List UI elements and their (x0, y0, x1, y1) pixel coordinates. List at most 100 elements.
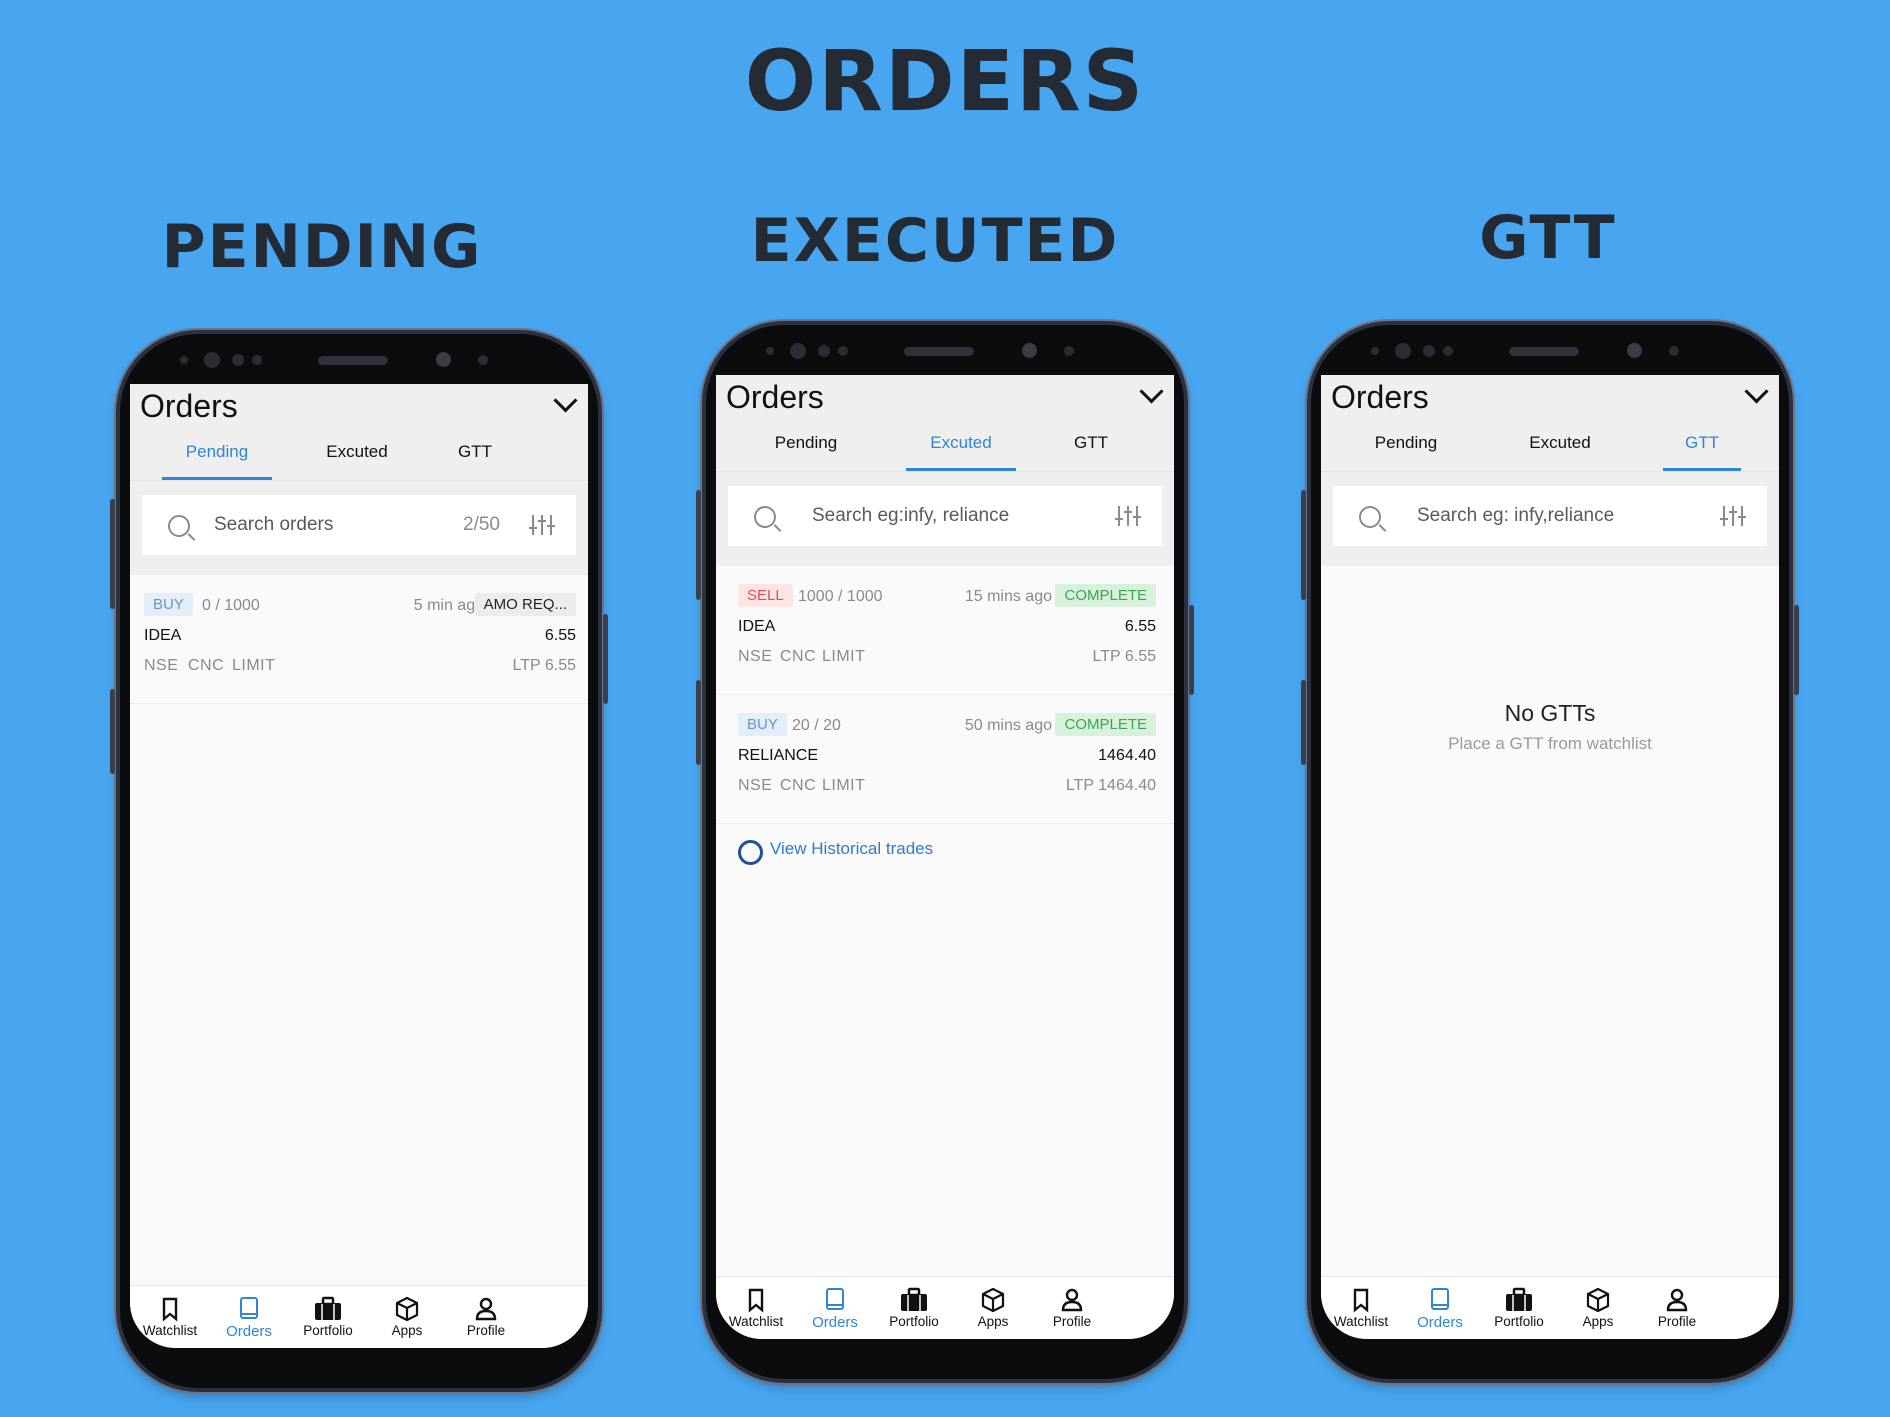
side-badge: BUY (738, 713, 787, 736)
nav-profile[interactable]: Profile (1637, 1287, 1717, 1329)
search-placeholder: Search eg:infy, reliance (812, 505, 1010, 526)
loading-ring-icon (738, 840, 763, 865)
app-title: Orders (726, 379, 824, 415)
page-title: ORDERS (744, 32, 1146, 130)
order-price: 6.55 (1124, 618, 1156, 635)
volume-button (110, 499, 115, 609)
search-bar-container: Search orders 2/50 (130, 481, 588, 575)
nav-label: Apps (1582, 1314, 1614, 1329)
power-button (603, 614, 608, 704)
tab-gtt[interactable]: GTT (420, 442, 530, 462)
nav-apps[interactable]: Apps (367, 1296, 447, 1338)
user-icon (1666, 1288, 1688, 1312)
order-type: LIMIT (822, 648, 866, 665)
power-button (1794, 605, 1799, 695)
bookmark-icon (1353, 1288, 1369, 1313)
active-tab-indicator (906, 468, 1016, 471)
nav-label: Profile (1052, 1314, 1092, 1329)
tab-executed[interactable]: Excuted (1505, 433, 1615, 453)
order-row[interactable]: SELL 1000 / 1000 15 mins ago COMPLETE ID… (716, 566, 1174, 695)
tab-gtt[interactable]: GTT (1663, 433, 1741, 453)
empty-state-subtitle: Place a GTT from watchlist (1448, 734, 1652, 753)
search-icon (754, 506, 776, 528)
order-exchange: NSE (144, 657, 179, 674)
search-placeholder: Search eg: infy,reliance (1417, 505, 1615, 526)
phone-sensors (706, 339, 1184, 367)
search-input[interactable]: Search eg: infy,reliance (1333, 486, 1767, 546)
nav-orders[interactable]: Orders (795, 1287, 875, 1331)
nav-watchlist[interactable]: Watchlist (1321, 1287, 1401, 1329)
nav-apps[interactable]: Apps (1558, 1287, 1638, 1329)
status-badge: COMPLETE (1055, 713, 1156, 736)
nav-watchlist[interactable]: Watchlist (716, 1287, 796, 1329)
nav-watchlist[interactable]: Watchlist (130, 1296, 210, 1338)
side-badge: SELL (738, 584, 793, 607)
book-icon (826, 1288, 844, 1310)
search-input[interactable]: Search eg:infy, reliance (728, 486, 1162, 546)
tab-pending[interactable]: Pending (751, 433, 861, 453)
nav-label: Watchlist (142, 1323, 198, 1338)
cube-icon (981, 1287, 1005, 1313)
nav-portfolio[interactable]: Portfolio (1479, 1287, 1559, 1329)
nav-label: Watchlist (1333, 1314, 1389, 1329)
nav-label: Portfolio (303, 1323, 353, 1338)
order-count: 2/50 (463, 514, 500, 535)
tab-gtt[interactable]: GTT (1036, 433, 1146, 453)
search-placeholder: Search orders (214, 514, 334, 535)
tab-executed[interactable]: Excuted (906, 433, 1016, 453)
order-symbol: RELIANCE (738, 747, 819, 764)
order-price: 6.55 (544, 627, 576, 644)
order-row[interactable]: BUY 0 / 1000 5 min ago AMO REQ... IDEA 6… (130, 575, 588, 704)
order-quantity: 1000 / 1000 (798, 588, 883, 605)
tab-pending[interactable]: Pending (1351, 433, 1461, 453)
filter-sliders-icon[interactable] (1114, 504, 1142, 528)
app-header: Orders (716, 375, 1174, 423)
phone-sensors (1311, 339, 1789, 367)
nav-profile[interactable]: Profile (446, 1296, 526, 1338)
search-icon (168, 515, 190, 537)
nav-portfolio[interactable]: Portfolio (288, 1296, 368, 1338)
book-icon (1431, 1288, 1449, 1310)
order-tabs: Pending Excuted GTT (1321, 423, 1779, 472)
search-input[interactable]: Search orders 2/50 (142, 495, 576, 555)
filter-sliders-icon[interactable] (1719, 504, 1747, 528)
nav-label: Orders (1417, 1314, 1463, 1331)
order-row[interactable]: BUY 20 / 20 50 mins ago COMPLETE RELIANC… (716, 695, 1174, 824)
order-exchange: NSE (738, 777, 773, 794)
chevron-down-icon[interactable] (553, 388, 578, 413)
chevron-down-icon[interactable] (1744, 379, 1769, 404)
section-title-executed: EXECUTED (750, 206, 1120, 276)
cube-icon (395, 1296, 419, 1322)
nav-orders[interactable]: Orders (1400, 1287, 1480, 1331)
nav-label: Orders (812, 1314, 858, 1331)
status-badge: COMPLETE (1055, 584, 1156, 607)
phone-executed: Orders Pending Excuted GTT Search eg:inf… (696, 325, 1194, 1379)
power-button (1189, 605, 1194, 695)
order-time: 5 min ago (413, 597, 484, 614)
chevron-down-icon[interactable] (1139, 379, 1164, 404)
search-bar-container: Search eg: infy,reliance (1321, 472, 1779, 566)
nav-label: Profile (1657, 1314, 1697, 1329)
tab-pending[interactable]: Pending (162, 442, 272, 462)
active-tab-indicator (162, 477, 272, 480)
search-icon (1359, 506, 1381, 528)
search-bar-container: Search eg:infy, reliance (716, 472, 1174, 566)
app-screen: Orders Pending Excuted GTT Search eg: in… (1321, 375, 1779, 1339)
bottom-nav: Watchlist Orders Portfolio Apps Profile (1321, 1276, 1779, 1339)
nav-portfolio[interactable]: Portfolio (874, 1287, 954, 1329)
bookmark-icon (748, 1288, 764, 1313)
bookmark-icon (162, 1297, 178, 1322)
order-product: CNC (780, 777, 817, 794)
order-product: CNC (780, 648, 817, 665)
bixby-button (696, 680, 701, 765)
phone-sensors (120, 348, 598, 376)
order-tabs: Pending Excuted GTT (130, 432, 588, 481)
filter-sliders-icon[interactable] (528, 513, 556, 537)
tab-executed[interactable]: Excuted (302, 442, 412, 462)
historical-trades-link[interactable]: View Historical trades (716, 824, 1174, 876)
bixby-button (1301, 680, 1306, 765)
nav-orders[interactable]: Orders (209, 1296, 289, 1340)
nav-profile[interactable]: Profile (1032, 1287, 1112, 1329)
nav-label: Apps (391, 1323, 423, 1338)
nav-apps[interactable]: Apps (953, 1287, 1033, 1329)
